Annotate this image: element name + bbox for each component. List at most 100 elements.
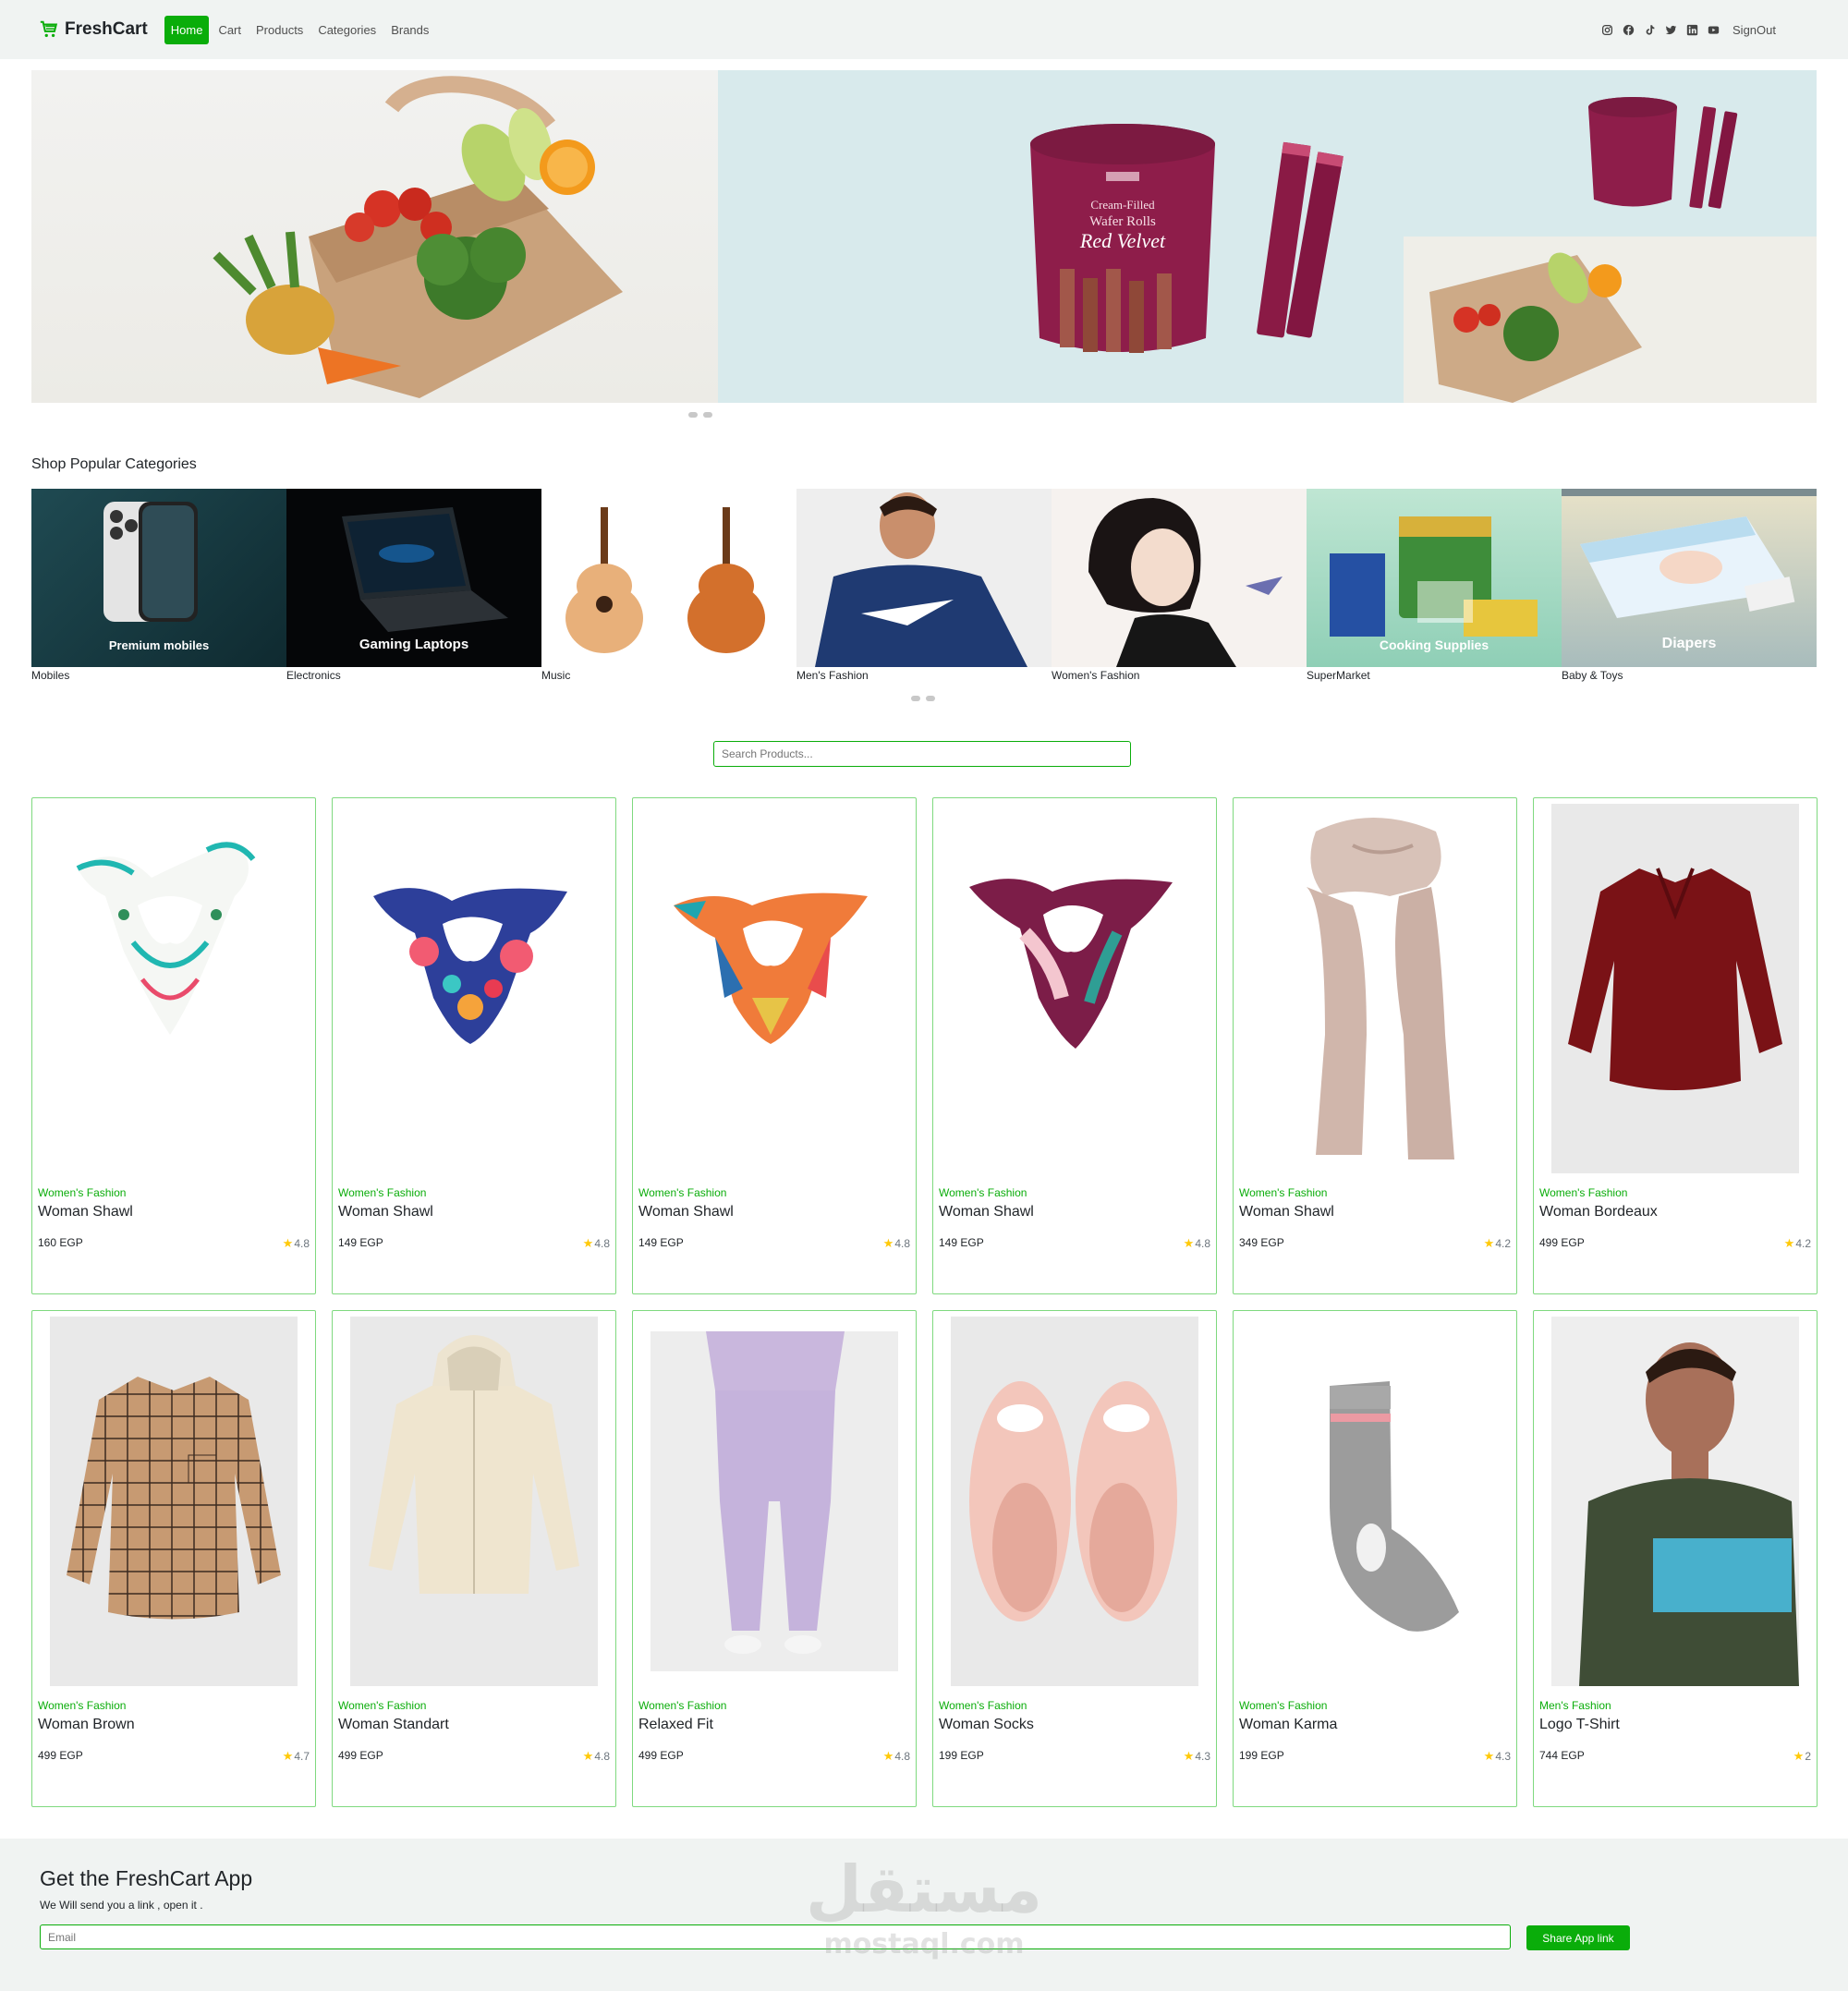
product-card[interactable]: Women's Fashion Woman Shawl 149 EGP ★ 4.8 — [932, 797, 1217, 1294]
slider-dot[interactable] — [926, 696, 935, 701]
nav-link-cart[interactable]: Cart — [213, 16, 247, 44]
product-category: Women's Fashion — [638, 1699, 727, 1712]
rating-value: 4.3 — [1195, 1750, 1210, 1763]
category-baby-toys[interactable]: Diapers Baby & Toys — [1562, 489, 1817, 683]
linkedin-icon[interactable] — [1686, 24, 1698, 36]
product-rating: ★ 4.8 — [1184, 1236, 1210, 1251]
product-name: Relaxed Fit — [638, 1717, 713, 1732]
facebook-icon[interactable] — [1623, 24, 1635, 36]
product-name: Woman Shawl — [38, 1204, 133, 1220]
wafer-line1: Cream-Filled — [1090, 198, 1155, 212]
woman-illustration — [1088, 498, 1283, 667]
plaid-shirt-illustration — [67, 1377, 281, 1620]
product-category: Women's Fashion — [1239, 1186, 1328, 1199]
product-name: Woman Bordeaux — [1539, 1204, 1658, 1220]
category-mobiles[interactable]: Premium mobiles Mobiles — [31, 489, 286, 683]
product-image — [50, 804, 298, 1173]
product-category: Women's Fashion — [1239, 1699, 1328, 1712]
email-field[interactable] — [40, 1924, 1511, 1949]
product-category: Women's Fashion — [939, 1186, 1027, 1199]
product-price: 149 EGP — [338, 1236, 383, 1249]
hoodie-man-illustration — [815, 492, 1027, 667]
star-icon: ★ — [582, 1236, 594, 1250]
slider-dot[interactable] — [688, 412, 698, 418]
product-card[interactable]: Women's Fashion Woman Shawl 349 EGP ★ 4.2 — [1233, 797, 1517, 1294]
category-supermarket[interactable]: Cooking Supplies SuperMarket — [1307, 489, 1562, 683]
rating-value: 4.7 — [294, 1750, 310, 1763]
product-card[interactable]: Men's Fashion Logo T-Shirt 744 EGP ★ 2 — [1533, 1310, 1818, 1807]
slider-dot[interactable] — [703, 412, 712, 418]
category-label: Baby & Toys — [1562, 669, 1623, 682]
blouse-illustration — [1568, 868, 1782, 1090]
navbar: FreshCart Home Cart Products Categories … — [0, 0, 1848, 59]
scarf-illustration — [969, 879, 1173, 1049]
long-scarf-illustration — [1307, 818, 1454, 1159]
product-price: 149 EGP — [638, 1236, 684, 1249]
nav-link-home[interactable]: Home — [164, 15, 210, 44]
wafer-line2: Wafer Rolls — [1089, 214, 1156, 229]
product-name: Woman Brown — [38, 1717, 135, 1732]
product-category: Men's Fashion — [1539, 1699, 1611, 1712]
signout-link[interactable]: SignOut — [1732, 23, 1776, 37]
slippers-illustration — [969, 1381, 1177, 1621]
product-card[interactable]: Women's Fashion Woman Bordeaux 499 EGP ★… — [1533, 797, 1818, 1294]
product-card[interactable]: Women's Fashion Woman Standart 499 EGP ★… — [332, 1310, 616, 1807]
rating-value: 4.8 — [894, 1237, 910, 1250]
hero-wafer-banner: Cream-Filled Wafer Rolls Red Velvet — [718, 70, 1817, 403]
category-image: Gaming Laptops — [286, 489, 541, 667]
category-mens-fashion[interactable]: Men's Fashion — [796, 489, 1052, 683]
youtube-icon[interactable] — [1708, 24, 1720, 36]
product-image — [1551, 1317, 1799, 1686]
product-name: Woman Shawl — [338, 1204, 433, 1220]
product-card[interactable]: Women's Fashion Woman Brown 499 EGP ★ 4.7 — [31, 1310, 316, 1807]
category-womens-fashion[interactable]: Women's Fashion — [1052, 489, 1307, 683]
scarf-illustration — [373, 888, 567, 1044]
brand-name: FreshCart — [65, 19, 148, 39]
nav-link-categories[interactable]: Categories — [312, 16, 382, 44]
star-icon: ★ — [1183, 1236, 1195, 1250]
product-name: Woman Shawl — [939, 1204, 1034, 1220]
rating-value: 4.3 — [1495, 1750, 1511, 1763]
product-name: Woman Shawl — [1239, 1204, 1334, 1220]
category-music[interactable]: Music — [541, 489, 796, 683]
product-card[interactable]: Women's Fashion Woman Shawl 160 EGP ★ 4.8 — [31, 797, 316, 1294]
category-label: Mobiles — [31, 669, 70, 682]
slider-dot[interactable] — [911, 696, 920, 701]
tshirt-model-illustration — [1579, 1342, 1799, 1686]
product-card[interactable]: Women's Fashion Woman Shawl 149 EGP ★ 4.8 — [332, 797, 616, 1294]
category-label: Men's Fashion — [796, 669, 869, 682]
star-icon: ★ — [1483, 1236, 1495, 1250]
nav-link-products[interactable]: Products — [250, 16, 309, 44]
category-electronics[interactable]: Gaming Laptops Electronics — [286, 489, 541, 683]
product-card[interactable]: Women's Fashion Woman Shawl 149 EGP ★ 4.8 — [632, 797, 917, 1294]
instagram-icon[interactable] — [1601, 24, 1613, 36]
category-image — [1052, 489, 1307, 667]
hero-slider-dots — [688, 412, 712, 418]
hero-slider[interactable]: Cream-Filled Wafer Rolls Red Velvet — [31, 70, 1817, 403]
product-card[interactable]: Women's Fashion Relaxed Fit 499 EGP ★ 4.8 — [632, 1310, 917, 1807]
grocery-bag-illustration — [213, 76, 623, 398]
product-rating: ★ 4.8 — [583, 1236, 610, 1251]
tiktok-icon[interactable] — [1644, 24, 1656, 36]
products-grid: Women's Fashion Woman Shawl 160 EGP ★ 4.8… — [31, 797, 1818, 1807]
product-price: 499 EGP — [38, 1749, 83, 1762]
share-app-link-button[interactable]: Share App link — [1526, 1925, 1630, 1950]
sock-illustration — [1330, 1381, 1459, 1632]
product-card[interactable]: Women's Fashion Woman Socks 199 EGP ★ 4.3 — [932, 1310, 1217, 1807]
wafer-flavor: Red Velvet — [1079, 229, 1166, 252]
category-label: Electronics — [286, 669, 341, 682]
rating-value: 4.2 — [1495, 1237, 1511, 1250]
product-image — [1551, 804, 1799, 1173]
nav-link-brands[interactable]: Brands — [385, 16, 434, 44]
product-price: 160 EGP — [38, 1236, 83, 1249]
brand-logo[interactable]: FreshCart — [39, 19, 148, 40]
category-caption: Gaming Laptops — [359, 637, 469, 652]
product-card[interactable]: Women's Fashion Woman Karma 199 EGP ★ 4.3 — [1233, 1310, 1517, 1807]
search-input[interactable] — [713, 741, 1131, 767]
product-image — [350, 804, 598, 1173]
product-image — [350, 1317, 598, 1686]
nav-social: SignOut — [1601, 23, 1776, 37]
product-category: Women's Fashion — [338, 1186, 427, 1199]
product-image — [1251, 804, 1499, 1173]
twitter-icon[interactable] — [1665, 24, 1677, 36]
